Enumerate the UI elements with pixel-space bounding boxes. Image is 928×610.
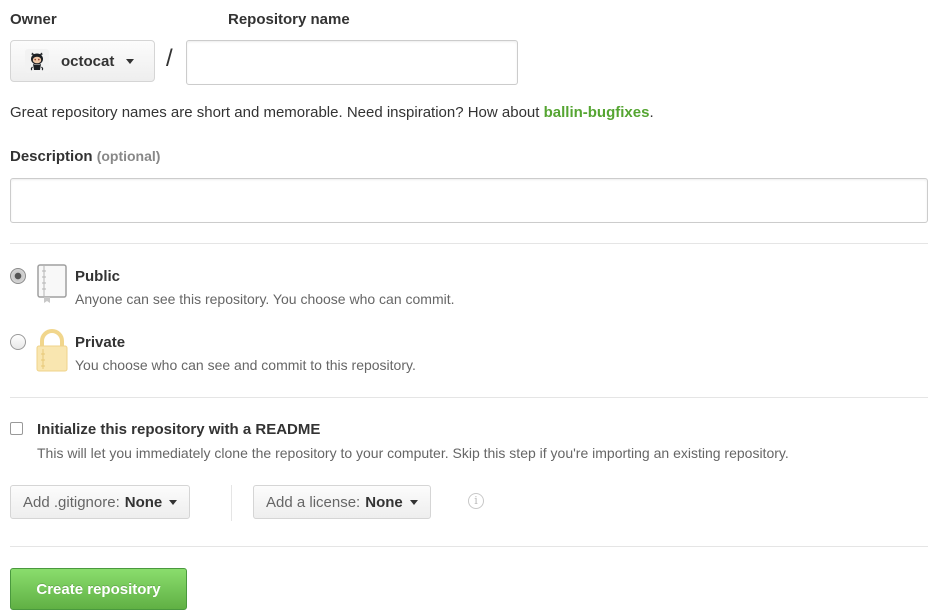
repository-name-input[interactable] <box>186 40 518 85</box>
optional-tag: (optional) <box>96 148 161 164</box>
description-label: Description (optional) <box>10 148 160 165</box>
license-prefix: Add a license: <box>266 493 361 511</box>
public-title: Public <box>75 268 121 285</box>
license-value: None <box>365 493 403 511</box>
info-icon[interactable]: i <box>468 493 484 509</box>
public-description: Anyone can see this repository. You choo… <box>75 291 455 307</box>
description-label-text: Description <box>10 148 93 165</box>
readme-checkbox[interactable] <box>10 422 23 435</box>
owner-label: Owner <box>10 11 57 28</box>
divider <box>10 397 928 398</box>
private-radio[interactable] <box>10 334 26 350</box>
gitignore-value: None <box>124 493 163 511</box>
owner-name: octocat <box>61 52 115 70</box>
public-radio[interactable] <box>10 268 26 284</box>
readme-label[interactable]: Initialize this repository with a README <box>37 421 320 438</box>
octocat-avatar-icon <box>25 49 49 73</box>
license-select-button[interactable]: Add a license: None <box>253 485 431 519</box>
gitignore-select-button[interactable]: Add .gitignore: None <box>10 485 191 519</box>
repository-name-hint: Great repository names are short and mem… <box>10 104 654 121</box>
divider <box>10 243 928 244</box>
repository-name-label: Repository name <box>228 11 350 28</box>
hint-text: Great repository names are short and mem… <box>10 104 544 121</box>
lock-icon <box>35 329 69 378</box>
owner-select-button[interactable]: octocat <box>10 40 155 82</box>
repo-book-icon <box>36 264 68 309</box>
chevron-down-icon <box>169 499 178 505</box>
owner-repo-separator: / <box>166 45 173 72</box>
private-title: Private <box>75 334 126 351</box>
chevron-down-icon <box>409 499 418 505</box>
gitignore-prefix: Add .gitignore: <box>23 493 120 511</box>
hint-suffix: . <box>649 104 654 121</box>
description-input[interactable] <box>10 178 928 223</box>
select-separator <box>231 485 232 521</box>
suggested-name-link[interactable]: ballin-bugfixes <box>544 104 650 121</box>
private-description: You choose who can see and commit to thi… <box>75 357 416 373</box>
readme-description: This will let you immediately clone the … <box>37 445 789 461</box>
create-repository-button[interactable]: Create repository <box>10 568 187 610</box>
divider <box>10 546 928 547</box>
chevron-down-icon <box>126 58 135 64</box>
